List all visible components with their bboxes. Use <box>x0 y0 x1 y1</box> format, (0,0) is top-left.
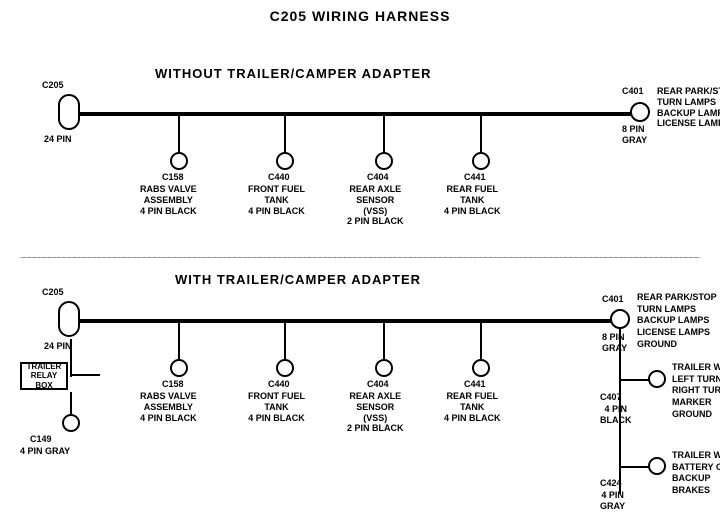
c424-pins: 4 PINGRAY <box>600 490 625 512</box>
c424-conn <box>648 457 666 475</box>
trailer-relay-vline <box>70 339 72 377</box>
s1-label-c404-desc: REAR AXLE SENSOR (VSS) 2 PIN BLACK <box>347 184 404 227</box>
section2-left-id: C205 <box>42 287 64 298</box>
section1-hline <box>80 112 640 116</box>
c407-conn <box>648 370 666 388</box>
s2-conn-c440 <box>276 359 294 377</box>
s1-vline-c440 <box>284 114 286 154</box>
c407-hline <box>619 379 649 381</box>
c424-id: C424 <box>600 478 622 489</box>
s1-conn-c440 <box>276 152 294 170</box>
s1-conn-c441 <box>472 152 490 170</box>
s1-conn-c158 <box>170 152 188 170</box>
section2-right-connector <box>610 309 630 329</box>
section2-left-pins: 24 PIN <box>44 341 72 352</box>
s1-label-c440-id: C440 <box>268 172 290 183</box>
section2-left-connector <box>58 301 80 337</box>
s1-label-c441-desc: REAR FUEL TANK 4 PIN BLACK <box>444 184 501 216</box>
divider <box>20 257 700 258</box>
s1-label-c158-desc: RABS VALVE ASSEMBLY 4 PIN BLACK <box>140 184 197 216</box>
s2-label-c441-desc: REAR FUEL TANK 4 PIN BLACK <box>444 391 501 423</box>
section1-left-connector <box>58 94 80 130</box>
s1-label-c440-desc: FRONT FUEL TANK 4 PIN BLACK <box>248 184 305 216</box>
c407-id: C407 <box>600 392 622 403</box>
s2-label-c440-desc: FRONT FUEL TANK 4 PIN BLACK <box>248 391 305 423</box>
section1-right-connector <box>630 102 650 122</box>
c407-desc: TRAILER WIRES LEFT TURN RIGHT TURN MARKE… <box>672 362 720 420</box>
s2-label-c440-id: C440 <box>268 379 290 390</box>
c149-id: C149 <box>30 434 52 445</box>
section2-title: WITH TRAILER/CAMPER ADAPTER <box>175 272 421 287</box>
s2-label-c158-desc: RABS VALVE ASSEMBLY 4 PIN BLACK <box>140 391 197 423</box>
trailer-relay-box: TRAILERRELAYBOX <box>20 362 68 390</box>
s1-vline-c158 <box>178 114 180 154</box>
s2-vline-c404 <box>383 321 385 361</box>
s1-label-c441-id: C441 <box>464 172 486 183</box>
section1-right-desc: REAR PARK/STOP TURN LAMPS BACKUP LAMPS L… <box>657 86 720 129</box>
s2-label-c441-id: C441 <box>464 379 486 390</box>
s2-conn-c404 <box>375 359 393 377</box>
section1-title: WITHOUT TRAILER/CAMPER ADAPTER <box>155 66 432 81</box>
c149-conn <box>62 414 80 432</box>
section2-hline <box>80 319 620 323</box>
s2-conn-c441 <box>472 359 490 377</box>
s1-vline-c441 <box>480 114 482 154</box>
s2-label-c158-id: C158 <box>162 379 184 390</box>
c149-pins: 4 PIN GRAY <box>20 446 70 457</box>
s1-label-c158-id: C158 <box>162 172 184 183</box>
s2-label-c404-id: C404 <box>367 379 389 390</box>
trailer-relay-hline <box>70 374 100 376</box>
diagram-container: WITHOUT TRAILER/CAMPER ADAPTER C205 24 P… <box>0 24 720 514</box>
s2-label-c404-desc: REAR AXLE SENSOR (VSS) 2 PIN BLACK <box>347 391 404 434</box>
section1-right-id: C401 <box>622 86 644 97</box>
page-title: C205 WIRING HARNESS <box>0 0 720 24</box>
c424-desc: TRAILER WIRES BATTERY CHARGE BACKUP BRAK… <box>672 450 720 497</box>
s2-vline-c158 <box>178 321 180 361</box>
section2-right-id: C401 <box>602 294 624 305</box>
s1-conn-c404 <box>375 152 393 170</box>
section1-left-id: C205 <box>42 80 64 91</box>
s1-vline-c404 <box>383 114 385 154</box>
c424-hline <box>619 466 649 468</box>
section1-right-pins: 8 PINGRAY <box>622 124 647 146</box>
c407-pins: 4 PINBLACK <box>600 404 632 426</box>
s2-vline-c440 <box>284 321 286 361</box>
section2-right-desc: REAR PARK/STOP TURN LAMPS BACKUP LAMPS L… <box>637 292 717 350</box>
s2-vline-c441 <box>480 321 482 361</box>
section1-left-pins: 24 PIN <box>44 134 72 145</box>
section2-right-pins: 8 PINGRAY <box>602 332 627 354</box>
s2-conn-c158 <box>170 359 188 377</box>
s1-label-c404-id: C404 <box>367 172 389 183</box>
